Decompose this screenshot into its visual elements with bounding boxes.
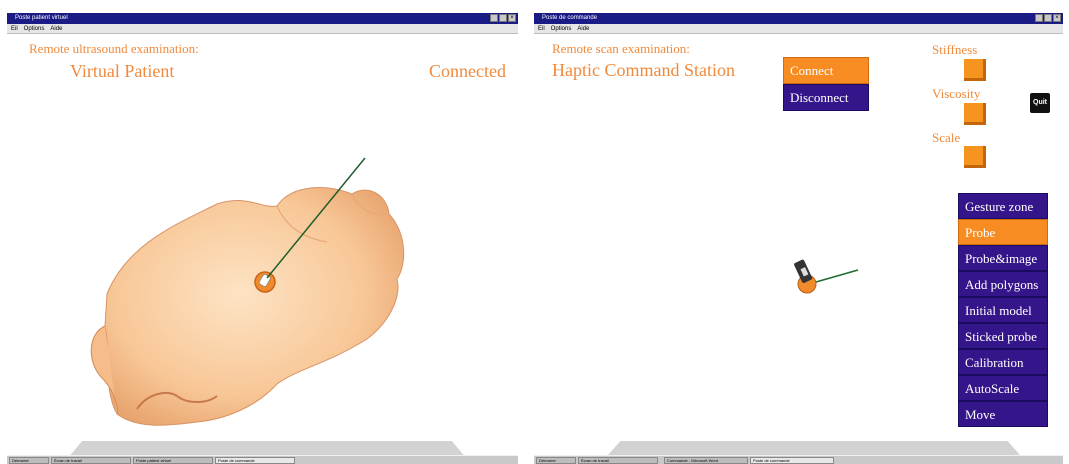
mode-button-add-polygons[interactable]: Add polygons bbox=[958, 271, 1048, 297]
start-button[interactable]: Démarrer bbox=[9, 457, 49, 464]
viewport-3d[interactable]: Remote ultrasound examination: Virtual P… bbox=[7, 34, 518, 464]
taskbar-item[interactable]: Poste patient virtuel bbox=[133, 457, 213, 464]
command-station-window: Poste de commande × Eil Options Aide Rem… bbox=[534, 13, 1063, 464]
taskbar-item[interactable]: Commande - Microsoft Word bbox=[664, 457, 748, 464]
menu-options[interactable]: Options bbox=[24, 24, 45, 33]
close-icon[interactable]: × bbox=[1053, 14, 1061, 22]
mode-button-gesture-zone[interactable]: Gesture zone bbox=[958, 193, 1048, 219]
taskbar: Démarrer Écran de travail Commande - Mic… bbox=[534, 455, 1063, 464]
mode-button-move[interactable]: Move bbox=[958, 401, 1048, 427]
menu-help[interactable]: Aide bbox=[577, 24, 589, 33]
patient-torso-model[interactable] bbox=[7, 34, 518, 464]
probe-axis-line bbox=[815, 269, 859, 283]
mode-button-sticked-probe[interactable]: Sticked probe bbox=[958, 323, 1048, 349]
title-bar[interactable]: Poste patient virtuel × bbox=[7, 13, 518, 24]
maximize-icon[interactable] bbox=[499, 14, 507, 22]
mode-button-probe-image[interactable]: Probe&image bbox=[958, 245, 1048, 271]
start-button[interactable]: Démarrer bbox=[536, 457, 576, 464]
taskbar-item[interactable]: Écran de travail bbox=[51, 457, 131, 464]
menu-help[interactable]: Aide bbox=[50, 24, 62, 33]
taskbar-item[interactable]: Écran de travail bbox=[578, 457, 658, 464]
mode-button-autoscale[interactable]: AutoScale bbox=[958, 375, 1048, 401]
window-title: Poste de commande bbox=[542, 15, 598, 21]
minimize-icon[interactable] bbox=[490, 14, 498, 22]
menu-options[interactable]: Options bbox=[551, 24, 572, 33]
taskbar: Démarrer Écran de travail Poste patient … bbox=[7, 455, 518, 464]
mode-button-calibration[interactable]: Calibration bbox=[958, 349, 1048, 375]
mode-button-initial-model[interactable]: Initial model bbox=[958, 297, 1048, 323]
window-title: Poste patient virtuel bbox=[15, 15, 68, 21]
title-bar[interactable]: Poste de commande × bbox=[534, 13, 1063, 24]
menu-bar: Eil Options Aide bbox=[7, 24, 518, 34]
mode-button-probe[interactable]: Probe bbox=[958, 219, 1048, 245]
menu-file[interactable]: Eil bbox=[538, 24, 545, 33]
maximize-icon[interactable] bbox=[1044, 14, 1052, 22]
virtual-patient-window: Poste patient virtuel × Eil Options Aide… bbox=[7, 13, 518, 464]
menu-bar: Eil Options Aide bbox=[534, 24, 1063, 34]
taskbar-item[interactable]: Poste de commande bbox=[750, 457, 834, 464]
probe-marker[interactable] bbox=[254, 271, 276, 293]
command-viewport[interactable]: Remote scan examination: Haptic Command … bbox=[534, 34, 1063, 464]
close-icon[interactable]: × bbox=[508, 14, 516, 22]
menu-file[interactable]: Eil bbox=[11, 24, 18, 33]
taskbar-item[interactable]: Poste de commande bbox=[215, 457, 295, 464]
minimize-icon[interactable] bbox=[1035, 14, 1043, 22]
